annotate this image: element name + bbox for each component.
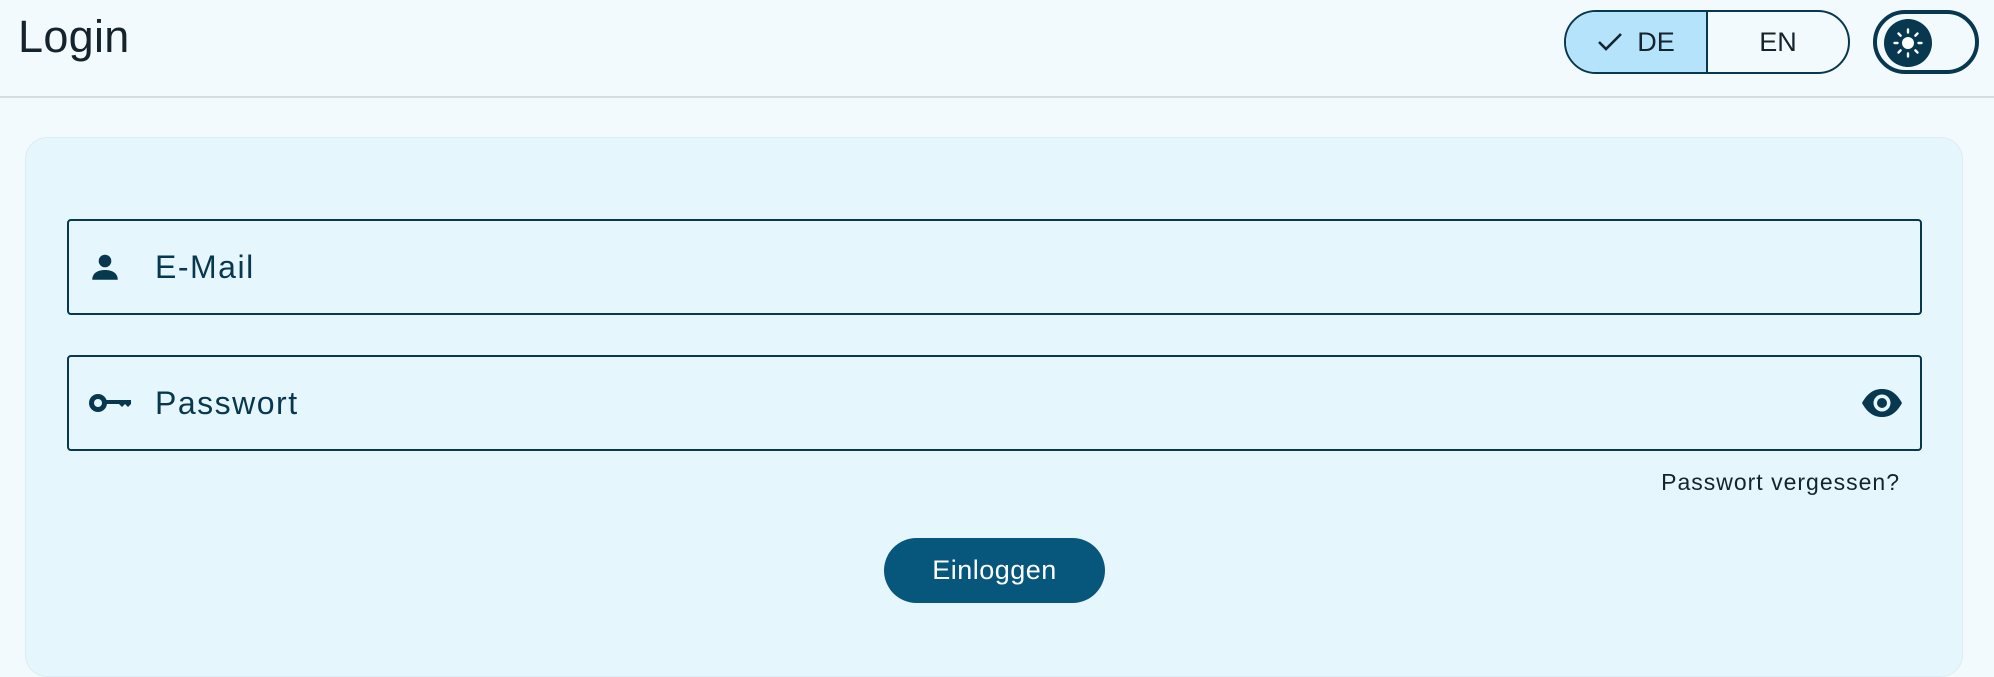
password-field[interactable] <box>67 355 1922 451</box>
eye-icon[interactable] <box>1860 387 1904 419</box>
language-option-label: EN <box>1759 26 1797 57</box>
email-field[interactable] <box>67 219 1922 315</box>
language-option-en[interactable]: EN <box>1708 12 1848 72</box>
forgot-password-link[interactable]: Passwort vergessen? <box>1661 469 1900 496</box>
check-icon <box>1597 31 1623 53</box>
person-icon <box>87 249 123 285</box>
sun-icon <box>1893 28 1923 58</box>
password-input[interactable] <box>155 357 1835 449</box>
theme-toggle-switch[interactable] <box>1873 10 1979 74</box>
login-button[interactable]: Einloggen <box>884 538 1105 603</box>
language-toggle: DE EN <box>1564 10 1850 74</box>
page-title: Login <box>18 11 130 62</box>
key-icon <box>87 389 133 417</box>
app-header: Login DE EN <box>0 0 1994 98</box>
language-option-label: DE <box>1637 26 1675 57</box>
language-option-de[interactable]: DE <box>1566 12 1708 72</box>
login-card: Passwort vergessen? Einloggen <box>25 137 1963 677</box>
email-input[interactable] <box>155 221 1835 313</box>
theme-switch-knob <box>1884 19 1932 67</box>
